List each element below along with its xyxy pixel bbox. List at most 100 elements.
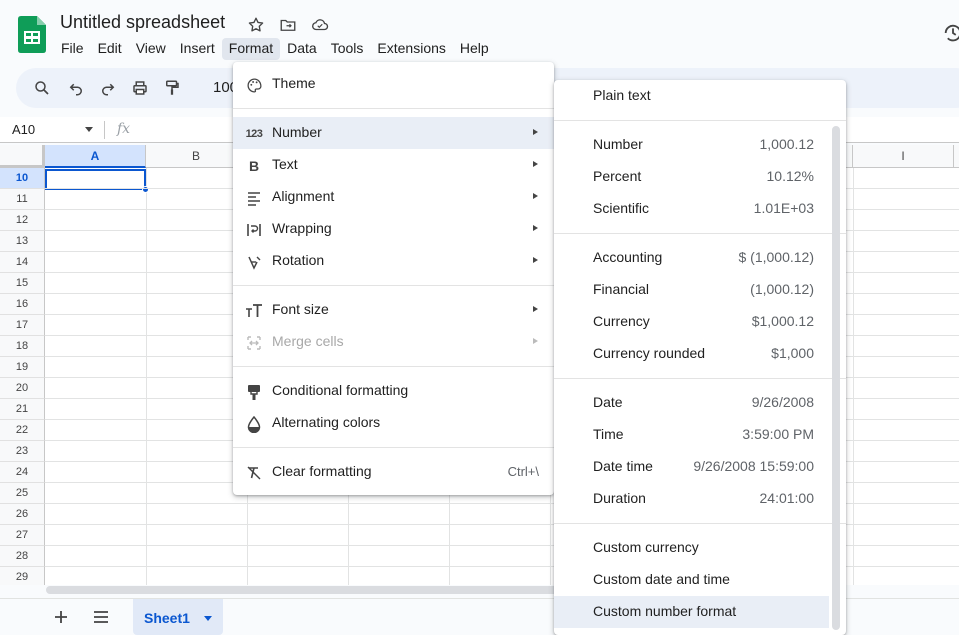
redo-icon[interactable] — [97, 77, 119, 99]
row-header-22[interactable]: 22 — [0, 420, 45, 441]
all-sheets-menu-icon[interactable] — [92, 609, 110, 625]
menu-file[interactable]: File — [54, 38, 91, 60]
row-header-19[interactable]: 19 — [0, 357, 45, 378]
number-item-accounting[interactable]: Accounting $ (1,000.12) — [554, 242, 846, 274]
palette-icon — [245, 76, 263, 94]
number-item-percent[interactable]: Percent 10.12% — [554, 161, 846, 193]
menu-item-label: Clear formatting — [272, 463, 372, 479]
menu-item-font-size[interactable]: Font size — [233, 294, 554, 326]
number-item-custom-currency[interactable]: Custom currency — [554, 532, 846, 564]
number-item-label: Accounting — [593, 249, 663, 265]
star-icon[interactable] — [245, 14, 267, 36]
menu-data[interactable]: Data — [280, 38, 324, 60]
font-size-icon — [245, 302, 263, 320]
number-item-currency[interactable]: Currency $1,000.12 — [554, 306, 846, 338]
sheet-tab-dropdown-icon[interactable] — [204, 616, 212, 621]
menu-item-wrapping[interactable]: Wrapping — [233, 213, 554, 245]
menu-item-alignment[interactable]: Alignment — [233, 181, 554, 213]
menu-divider — [554, 233, 846, 234]
row-header-25[interactable]: 25 — [0, 483, 45, 504]
cloud-saved-icon[interactable] — [309, 14, 331, 36]
number-item-label: Percent — [593, 168, 642, 184]
row-header-29[interactable]: 29 — [0, 567, 45, 585]
number-item-custom-number-format[interactable]: Custom number format — [554, 596, 829, 628]
number-item-plain-text[interactable]: Plain text — [554, 80, 846, 112]
add-sheet-icon[interactable] — [52, 608, 70, 626]
alternating-colors-icon — [245, 415, 263, 433]
column-header-a[interactable]: A — [45, 145, 146, 168]
submenu-arrow-icon — [533, 161, 538, 167]
name-box-dropdown-icon[interactable] — [85, 127, 93, 132]
submenu-arrow-icon — [533, 225, 538, 231]
row-header-11[interactable]: 11 — [0, 189, 45, 210]
menu-insert[interactable]: Insert — [173, 38, 222, 60]
document-title[interactable]: Untitled spreadsheet — [60, 12, 225, 33]
row-header-10[interactable]: 10 — [0, 168, 45, 189]
divider — [104, 121, 105, 139]
row-header-13[interactable]: 13 — [0, 231, 45, 252]
menu-item-number[interactable]: 123 Number — [233, 117, 554, 149]
number-item-scientific[interactable]: Scientific 1.01E+03 — [554, 193, 846, 225]
row-header-26[interactable]: 26 — [0, 504, 45, 525]
menu-edit[interactable]: Edit — [91, 38, 129, 60]
print-icon[interactable] — [129, 77, 151, 99]
column-header-i[interactable]: I — [853, 145, 954, 168]
number-item-custom-date-time[interactable]: Custom date and time — [554, 564, 846, 596]
row-header-23[interactable]: 23 — [0, 441, 45, 462]
menu-item-label: Text — [272, 156, 298, 172]
number-item-number[interactable]: Number 1,000.12 — [554, 129, 846, 161]
select-all-corner[interactable] — [0, 145, 45, 168]
name-box[interactable]: A10 — [12, 122, 35, 137]
row-header-20[interactable]: 20 — [0, 378, 45, 399]
number-item-example: 9/26/2008 15:59:00 — [693, 458, 814, 474]
horizontal-scrollbar[interactable] — [46, 586, 566, 594]
number-item-date[interactable]: Date 9/26/2008 — [554, 387, 846, 419]
menu-extensions[interactable]: Extensions — [370, 38, 452, 60]
bold-icon: B — [248, 158, 260, 174]
move-folder-icon[interactable] — [277, 14, 299, 36]
row-header-27[interactable]: 27 — [0, 525, 45, 546]
menu-item-conditional-formatting[interactable]: Conditional formatting — [233, 375, 554, 407]
menu-format[interactable]: Format — [221, 38, 281, 60]
number-item-example: (1,000.12) — [750, 281, 814, 297]
row-header-15[interactable]: 15 — [0, 273, 45, 294]
row-header-12[interactable]: 12 — [0, 210, 45, 231]
number-item-label: Scientific — [593, 200, 650, 216]
submenu-scrollbar[interactable] — [832, 126, 840, 630]
sheet-tab-sheet1[interactable]: Sheet1 — [133, 599, 223, 635]
menu-view[interactable]: View — [129, 38, 173, 60]
selected-cell-a10[interactable] — [45, 169, 146, 190]
menu-item-text[interactable]: B Text — [233, 149, 554, 181]
row-header-17[interactable]: 17 — [0, 315, 45, 336]
title-bar: Untitled spreadsheet File Edit View Inse… — [0, 0, 959, 66]
number-item-currency-rounded[interactable]: Currency rounded $1,000 — [554, 338, 846, 370]
version-history-icon[interactable] — [942, 22, 959, 44]
number-item-label: Financial — [593, 281, 650, 297]
row-header-14[interactable]: 14 — [0, 252, 45, 273]
number-item-time[interactable]: Time 3:59:00 PM — [554, 419, 846, 451]
number-item-date-time[interactable]: Date time 9/26/2008 15:59:00 — [554, 451, 846, 483]
number-item-financial[interactable]: Financial (1,000.12) — [554, 274, 846, 306]
undo-icon[interactable] — [65, 77, 87, 99]
paint-format-icon[interactable] — [161, 77, 183, 99]
format-menu: Theme 123 Number B Text Alignment Wrappi… — [233, 62, 554, 495]
menu-item-label: Conditional formatting — [272, 382, 409, 398]
submenu-arrow-icon — [533, 257, 538, 263]
search-icon[interactable] — [31, 77, 53, 99]
menu-item-clear-formatting[interactable]: Clear formatting Ctrl+\ — [233, 456, 554, 488]
menu-help[interactable]: Help — [453, 38, 496, 60]
row-header-18[interactable]: 18 — [0, 336, 45, 357]
number-item-duration[interactable]: Duration 24:01:00 — [554, 483, 846, 515]
column-header-b[interactable]: B — [146, 145, 247, 168]
menu-item-alternating-colors[interactable]: Alternating colors — [233, 407, 554, 439]
menu-tools[interactable]: Tools — [324, 38, 371, 60]
row-header-24[interactable]: 24 — [0, 462, 45, 483]
row-header-28[interactable]: 28 — [0, 546, 45, 567]
sheets-logo-icon[interactable] — [18, 16, 46, 53]
menu-divider — [233, 447, 554, 448]
row-header-16[interactable]: 16 — [0, 294, 45, 315]
menu-item-theme[interactable]: Theme — [233, 68, 554, 100]
menu-item-rotation[interactable]: Rotation — [233, 245, 554, 277]
row-header-21[interactable]: 21 — [0, 399, 45, 420]
menu-divider — [554, 523, 846, 524]
